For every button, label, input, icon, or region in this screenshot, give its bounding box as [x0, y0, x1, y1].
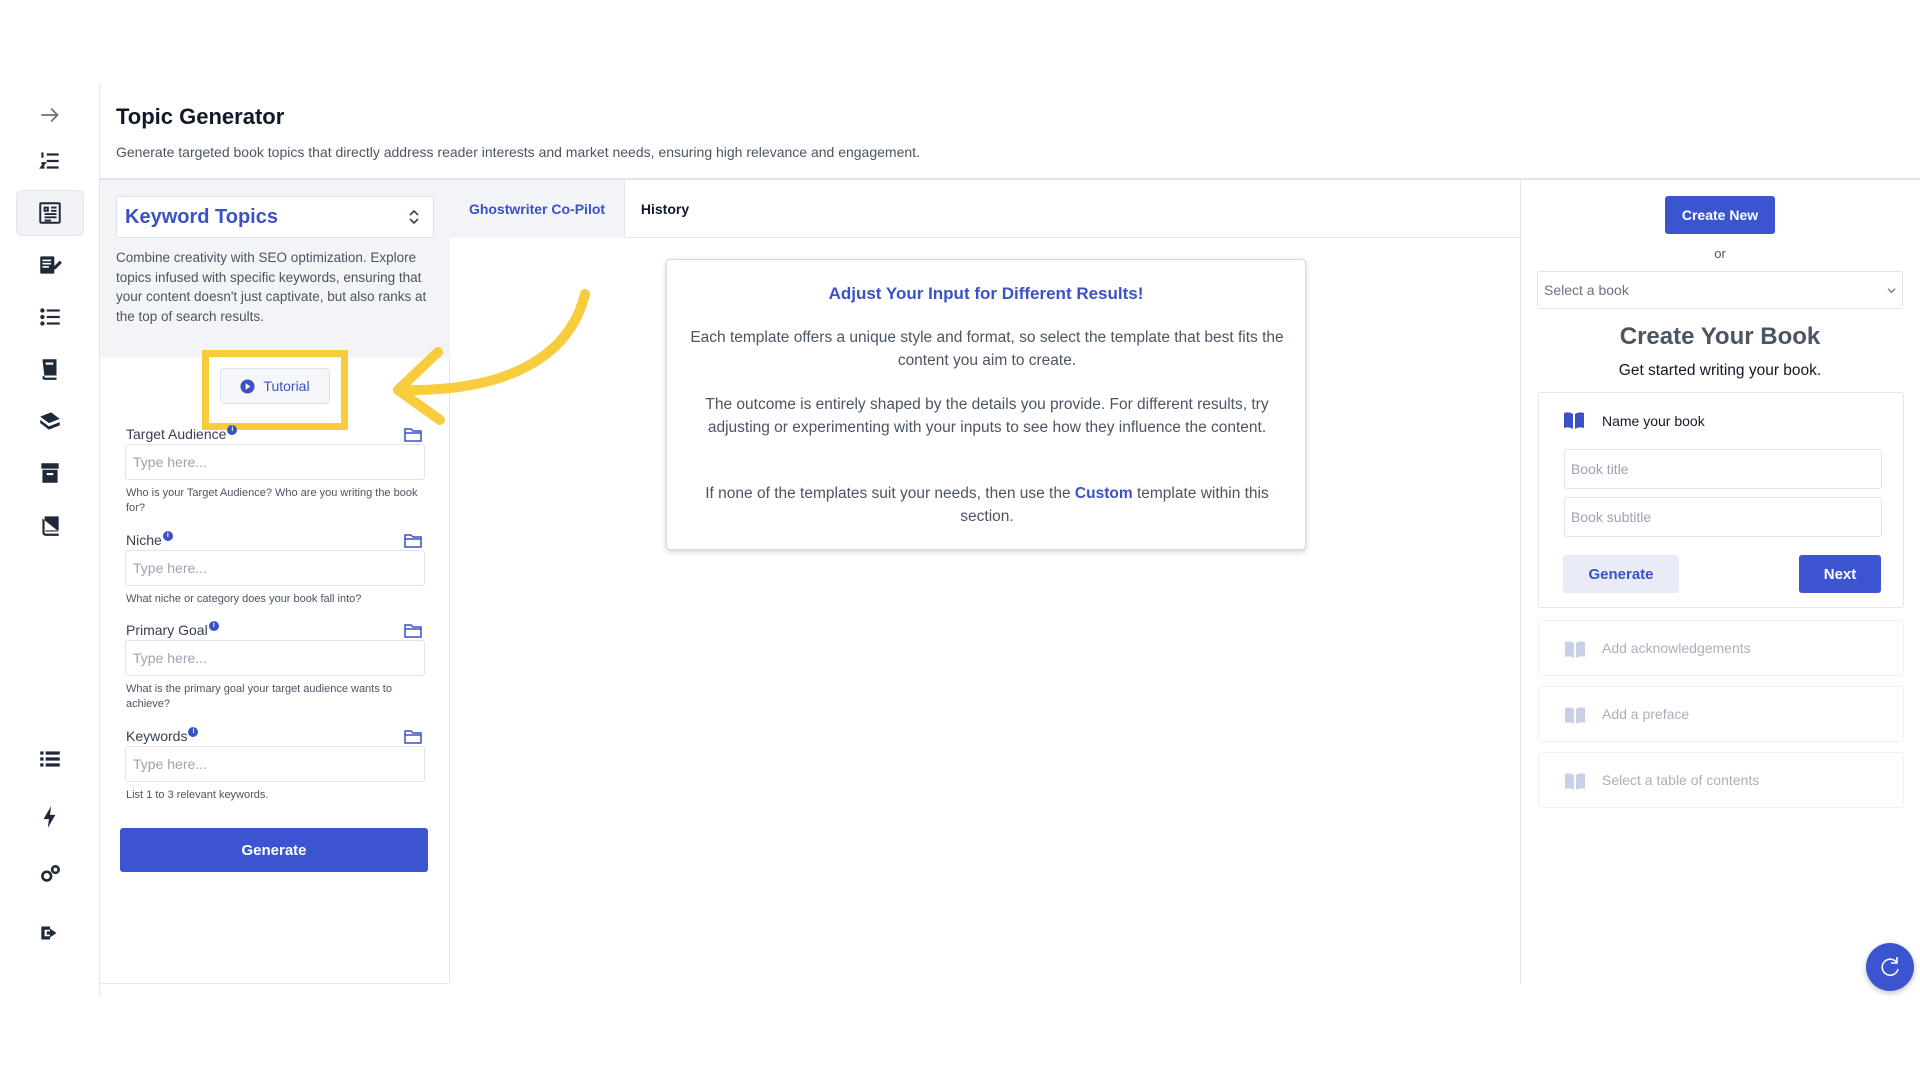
- folder-icon[interactable]: [404, 532, 422, 548]
- book-select-value: Select a book: [1544, 282, 1629, 298]
- info-card-paragraph: If none of the templates suit your needs…: [705, 485, 1269, 525]
- folder-icon[interactable]: [404, 728, 422, 744]
- archive-icon[interactable]: [16, 450, 84, 496]
- step-table-of-contents: Select a table of contents: [1538, 752, 1904, 808]
- bullet-list-icon[interactable]: [16, 294, 84, 340]
- info-card: Adjust Your Input for Different Results!…: [666, 259, 1306, 550]
- keywords-help: List 1 to 3 relevant keywords.: [126, 789, 269, 801]
- keywords-input[interactable]: [125, 746, 425, 782]
- folder-icon[interactable]: [404, 622, 422, 638]
- generate-button[interactable]: Generate: [120, 828, 428, 872]
- create-book-subheading: Get started writing your book.: [1618, 362, 1822, 379]
- numbered-list-icon[interactable]: [16, 138, 84, 184]
- book-title-input[interactable]: [1564, 449, 1882, 489]
- chevron-down-icon: [1887, 288, 1896, 294]
- tab-ghostwriter-copilot[interactable]: Ghostwriter Co-Pilot: [450, 180, 625, 238]
- create-book-heading: Create Your Book: [1619, 323, 1821, 350]
- primary-goal-label: Primary Goal i: [126, 621, 219, 638]
- info-icon: i: [162, 531, 173, 541]
- step-label: Add a preface: [1602, 706, 1690, 722]
- info-card-title: Adjust Your Input for Different Results!: [828, 284, 1144, 303]
- tab-bar: Ghostwriter Co-Pilot History: [450, 180, 1520, 238]
- template-select-value: Keyword Topics: [125, 205, 278, 228]
- target-audience-input[interactable]: [125, 444, 425, 480]
- info-card-paragraph: The outcome is entirely shaped by the de…: [705, 396, 1269, 436]
- page-subtitle: Generate targeted book topics that direc…: [116, 144, 920, 160]
- niche-input[interactable]: [125, 550, 425, 586]
- open-book-icon: [1565, 773, 1585, 790]
- target-audience-help: Who is your Target Audience? Who are you…: [126, 487, 418, 514]
- list-icon[interactable]: [16, 736, 84, 782]
- info-icon: i: [208, 621, 219, 631]
- open-book-icon: [1564, 412, 1584, 429]
- lightning-icon[interactable]: [16, 794, 84, 840]
- step-acknowledgements: Add acknowledgements: [1538, 620, 1904, 676]
- name-book-label: Name your book: [1602, 413, 1705, 429]
- open-book-icon: [1565, 707, 1585, 724]
- book-icon[interactable]: [16, 502, 84, 548]
- tutorial-highlight-box: [202, 350, 348, 430]
- create-new-button[interactable]: Create New: [1665, 196, 1775, 234]
- book-subtitle-input[interactable]: [1564, 497, 1882, 537]
- name-book-step: Name your book Generate Next: [1538, 392, 1904, 608]
- target-audience-label: Target Audience i: [126, 425, 238, 442]
- open-book-icon: [1565, 641, 1585, 658]
- edit-document-icon[interactable]: [16, 242, 84, 288]
- tab-history[interactable]: History: [625, 180, 705, 238]
- chevron-up-down-icon: [409, 209, 419, 225]
- refresh-icon: [1881, 957, 1899, 976]
- logout-icon[interactable]: [16, 910, 84, 956]
- primary-goal-input[interactable]: [125, 640, 425, 676]
- newspaper-icon[interactable]: [16, 190, 84, 236]
- step-preface: Add a preface: [1538, 686, 1904, 742]
- sidebar-rail: [0, 84, 100, 996]
- niche-help: What niche or category does your book fa…: [126, 593, 362, 605]
- generate-title-button[interactable]: Generate: [1563, 555, 1679, 593]
- primary-goal-help: What is the primary goal your target aud…: [126, 683, 392, 710]
- books-icon[interactable]: [16, 398, 84, 444]
- annotation-arrow-icon: [393, 289, 590, 425]
- step-label: Select a table of contents: [1602, 772, 1760, 788]
- step-label: Add acknowledgements: [1602, 640, 1751, 656]
- next-button[interactable]: Next: [1799, 555, 1881, 593]
- book-panel: Create New or Select a book Create Your …: [1520, 180, 1920, 984]
- niche-label: Niche i: [126, 531, 173, 548]
- template-select[interactable]: Keyword Topics: [116, 196, 434, 238]
- book-select[interactable]: Select a book: [1537, 271, 1903, 309]
- assistant-fab[interactable]: [1866, 943, 1914, 991]
- info-icon: i: [188, 727, 199, 737]
- or-separator: or: [1714, 246, 1726, 261]
- keywords-label: Keywords i: [126, 727, 199, 744]
- book-stack-icon[interactable]: [16, 346, 84, 392]
- custom-template-link[interactable]: Custom: [1075, 485, 1133, 502]
- gears-icon[interactable]: [16, 852, 84, 898]
- page-title: Topic Generator: [116, 104, 285, 129]
- info-icon: i: [227, 425, 238, 435]
- arrow-right-icon[interactable]: [16, 92, 84, 138]
- info-card-paragraph: Each template offers a unique style and …: [690, 329, 1284, 369]
